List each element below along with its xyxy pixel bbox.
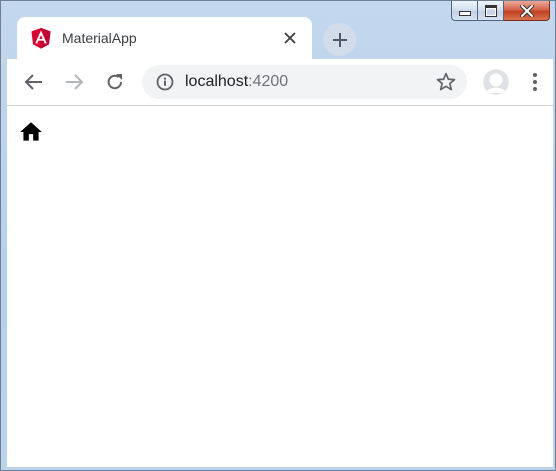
arrow-left-icon <box>24 74 42 90</box>
back-button[interactable] <box>21 69 47 95</box>
kebab-menu-icon[interactable] <box>525 70 545 94</box>
profile-button[interactable] <box>483 69 509 95</box>
angular-icon <box>31 28 51 49</box>
close-icon <box>284 32 296 44</box>
home-icon[interactable] <box>18 119 44 145</box>
forward-button[interactable] <box>61 69 87 95</box>
new-tab-button[interactable] <box>323 23 356 56</box>
close-window-icon <box>519 4 534 17</box>
minimize-button[interactable] <box>451 1 478 21</box>
url-port: :4200 <box>248 73 289 90</box>
window-caption-buttons <box>451 1 550 21</box>
maximize-button[interactable] <box>478 1 504 21</box>
info-icon[interactable] <box>156 73 174 91</box>
close-window-button[interactable] <box>504 1 550 21</box>
browser-toolbar: localhost:4200 <box>7 59 553 106</box>
url-host: localhost <box>185 73 249 90</box>
reload-icon <box>107 74 122 90</box>
tab-materialapp[interactable]: MaterialApp <box>17 17 312 59</box>
tab-close-button[interactable] <box>280 28 300 48</box>
reload-button[interactable] <box>102 69 128 95</box>
minimize-icon <box>458 11 471 16</box>
arrow-right-icon <box>66 74 84 90</box>
tab-title: MaterialApp <box>62 30 137 46</box>
browser-window: MaterialApp localhost:4200 <box>0 0 556 471</box>
address-bar[interactable]: localhost:4200 <box>142 65 467 99</box>
maximize-icon <box>484 4 497 17</box>
page-content <box>7 106 553 467</box>
star-icon[interactable] <box>435 71 457 93</box>
url-text: localhost:4200 <box>185 73 288 91</box>
plus-icon <box>332 32 347 47</box>
avatar-icon <box>484 70 508 94</box>
